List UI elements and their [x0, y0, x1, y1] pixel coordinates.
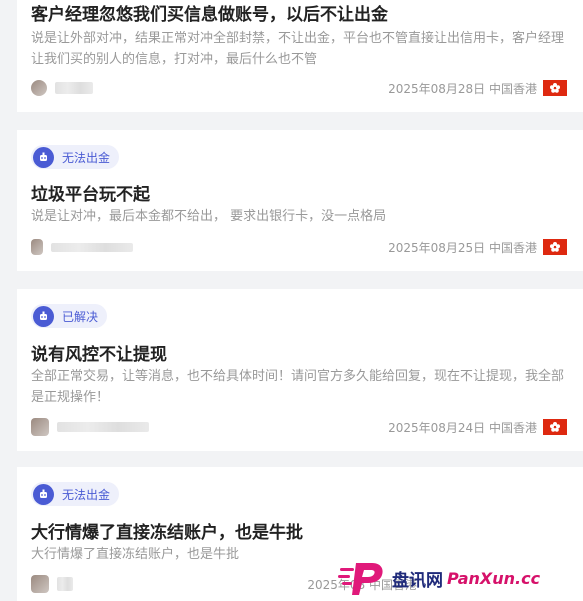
post-description: 说是让对冲，最后本金都不给出， 要求出银行卡，没一点格局	[31, 209, 387, 224]
post-meta: 2025年08月24日 中国香港	[388, 419, 537, 436]
avatar	[31, 239, 43, 255]
hong-kong-flag-icon	[543, 80, 567, 96]
post-title[interactable]: 垃圾平台玩不起	[31, 180, 150, 205]
status-badge-label: 无法出金	[62, 150, 111, 165]
avatar	[31, 80, 47, 96]
user-name-blurred	[57, 422, 149, 432]
hong-kong-flag-icon	[543, 239, 567, 255]
avatar	[31, 418, 49, 436]
post-region: 中国香港	[488, 240, 537, 255]
complaint-card[interactable]: 已解决 说有风控不让提现 全部正常交易，让等消息，也不给具体时间！请问官方多久能…	[17, 289, 583, 451]
watermark-cn-text: 盘讯网	[392, 571, 443, 591]
status-badge: 已解决	[31, 304, 108, 328]
watermark-logo-icon	[338, 562, 383, 595]
post-title[interactable]: 大行情爆了直接冻结账户，也是牛批	[31, 518, 303, 543]
hong-kong-flag-icon	[543, 419, 567, 435]
post-title[interactable]: 客户经理忽悠我们买信息做账号，以后不让出金	[31, 0, 388, 25]
complaint-icon	[33, 305, 54, 327]
site-watermark: 盘讯网 PanXun.cc	[338, 556, 583, 601]
user-name-blurred	[57, 577, 73, 591]
status-badge-label: 已解决	[62, 309, 99, 324]
complaint-card[interactable]: 客户经理忽悠我们买信息做账号，以后不让出金 说是让外部对冲，结果正常对冲全部封禁…	[17, 0, 583, 112]
avatar	[31, 575, 49, 593]
post-date: 2025年08月24日	[388, 420, 486, 435]
complaint-icon	[33, 146, 54, 168]
post-region: 中国香港	[488, 420, 537, 435]
post-meta: 2025年08月25日 中国香港	[388, 239, 537, 256]
post-date: 2025年08月25日	[388, 240, 486, 255]
post-description: 全部正常交易，让等消息，也不给具体时间！请问官方多久能给回复，现在不让提现，我全…	[31, 369, 565, 405]
status-badge-label: 无法出金	[62, 487, 111, 502]
complaint-icon	[33, 483, 54, 505]
post-title[interactable]: 说有风控不让提现	[31, 340, 167, 365]
post-description: 说是让外部对冲，结果正常对冲全部封禁，不让出金，平台也不管直接让出信用卡，客户经…	[31, 31, 565, 67]
post-footer: 2025年08月28日 中国香港	[31, 79, 567, 97]
post-meta: 2025年08月28日 中国香港	[388, 80, 537, 97]
post-footer: 2025年08月25日 中国香港	[31, 238, 567, 256]
post-footer: 2025年08月24日 中国香港	[31, 418, 567, 436]
status-badge: 无法出金	[31, 482, 120, 506]
complaint-card[interactable]: 无法出金 垃圾平台玩不起 说是让对冲，最后本金都不给出， 要求出银行卡，没一点格…	[17, 130, 583, 271]
watermark-en-text: PanXun.cc	[447, 569, 541, 588]
user-name-blurred	[51, 242, 133, 252]
post-date: 2025年08月28日	[388, 81, 486, 96]
status-badge: 无法出金	[31, 145, 120, 169]
user-name-blurred	[55, 82, 93, 94]
post-region: 中国香港	[488, 81, 537, 96]
